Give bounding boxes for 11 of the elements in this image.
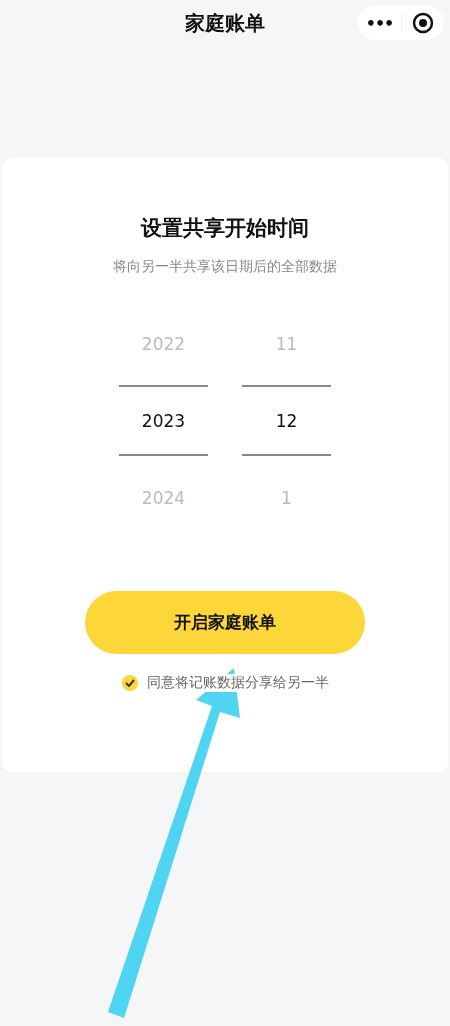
picker-option[interactable]: 12 [242, 385, 331, 456]
more-menu[interactable]: ••• [358, 13, 401, 33]
agree-checkbox[interactable] [121, 675, 138, 691]
start-button[interactable]: 开启家庭账单 [85, 591, 365, 654]
target-icon[interactable] [412, 12, 434, 34]
check-icon [124, 679, 135, 687]
card-title: 设置共享开始时间 [141, 215, 309, 242]
page-title: 家庭账单 [185, 9, 265, 37]
card-subtitle: 将向另一半共享该日期后的全部数据 [113, 258, 337, 276]
picker-option[interactable]: 2023 [119, 385, 208, 456]
agreement-text: 同意将记账数据分享给另一半 [146, 674, 329, 692]
